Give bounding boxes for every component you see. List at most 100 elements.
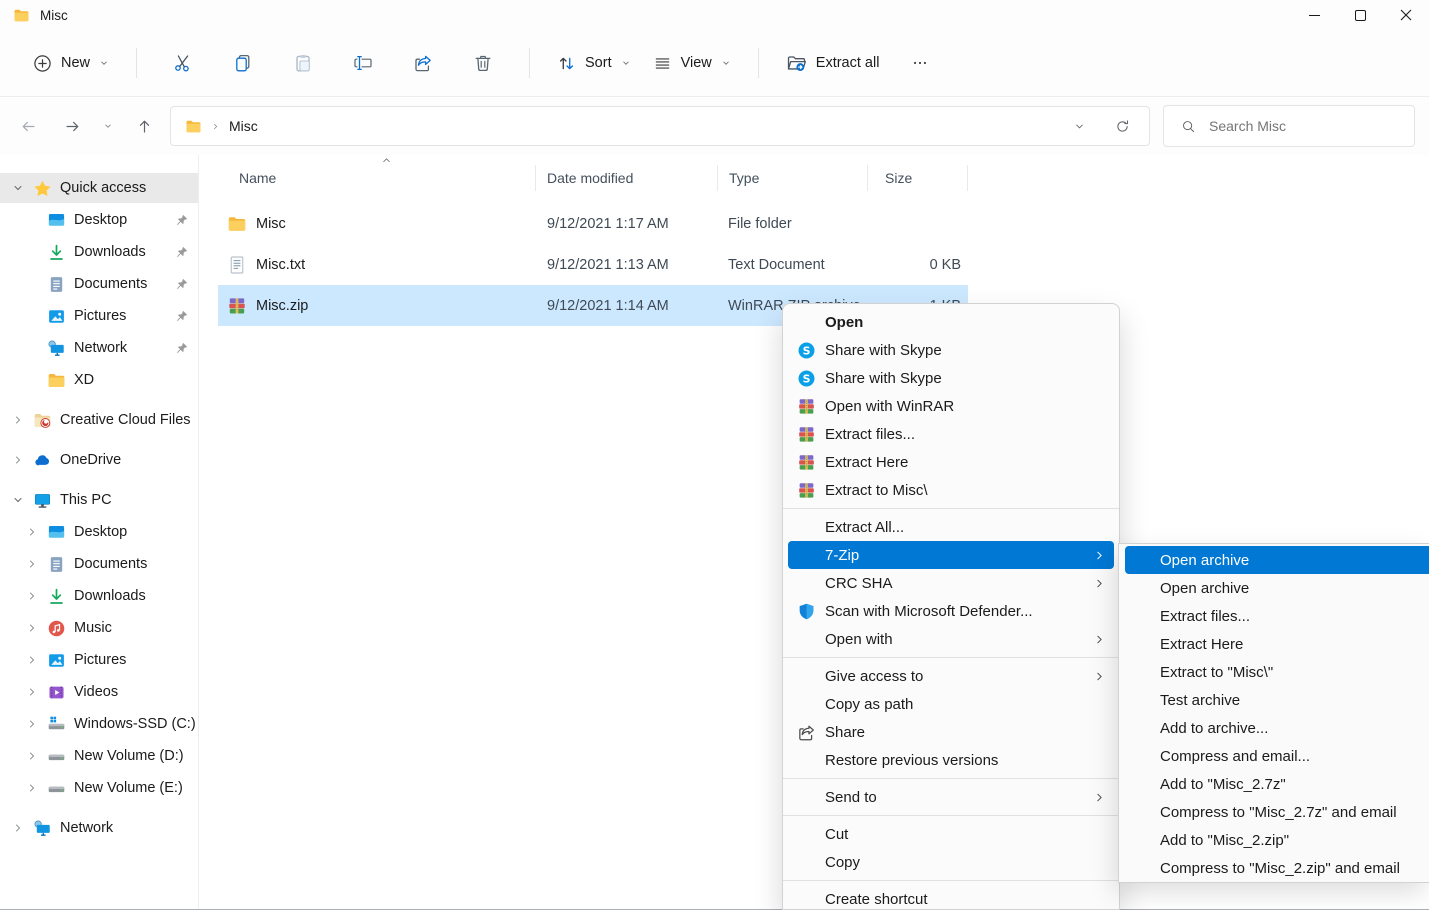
address-dropdown-button[interactable]	[1062, 109, 1096, 143]
submenu-item-add-to-archive[interactable]: Add to archive...	[1125, 714, 1429, 742]
close-button[interactable]	[1383, 0, 1429, 30]
sidebar-item-network[interactable]: Network	[0, 813, 198, 843]
submenu-item-open-archive[interactable]: Open archive	[1125, 574, 1429, 602]
tree-chevron[interactable]	[12, 494, 32, 506]
context-menu-item-extract-to-misc[interactable]: Extract to Misc\	[788, 476, 1114, 504]
cut-button[interactable]	[162, 44, 204, 82]
submenu-item-compress-and-email[interactable]: Compress and email...	[1125, 742, 1429, 770]
tree-chevron[interactable]	[26, 526, 46, 538]
submenu-item-compress-to-misc-2-7z-and-email[interactable]: Compress to "Misc_2.7z" and email	[1125, 798, 1429, 826]
sidebar-item-downloads[interactable]: Downloads	[0, 581, 198, 611]
context-menu-item-crc-sha[interactable]: CRC SHA	[788, 569, 1114, 597]
context-menu-item-create-shortcut[interactable]: Create shortcut	[788, 885, 1114, 910]
tree-chevron[interactable]	[26, 782, 46, 794]
tree-chevron[interactable]	[26, 558, 46, 570]
search-input[interactable]	[1207, 117, 1406, 135]
context-menu-item-extract-files[interactable]: Extract files...	[788, 420, 1114, 448]
sidebar-item-desktop[interactable]: Desktop	[0, 205, 198, 235]
new-button[interactable]: New	[22, 45, 120, 82]
sidebar-item-music[interactable]: Music	[0, 613, 198, 643]
submenu-item-compress-to-misc-2-zip-and-email[interactable]: Compress to "Misc_2.zip" and email	[1125, 854, 1429, 882]
tree-chevron[interactable]	[12, 822, 32, 834]
context-menu-item-open-with-winrar[interactable]: Open with WinRAR	[788, 392, 1114, 420]
file-name-cell: Misc.txt	[218, 255, 536, 275]
context-menu-item-scan-with-microsoft-defender[interactable]: Scan with Microsoft Defender...	[788, 597, 1114, 625]
context-menu-item-cut[interactable]: Cut	[788, 820, 1114, 848]
share-button[interactable]	[402, 44, 444, 82]
extract-all-button[interactable]: Extract all	[775, 44, 891, 83]
sidebar-item-this-pc[interactable]: This PC	[0, 485, 198, 515]
context-menu-item-copy-as-path[interactable]: Copy as path	[788, 690, 1114, 718]
tree-chevron[interactable]	[26, 590, 46, 602]
sort-button[interactable]: Sort	[546, 45, 642, 82]
submenu-item-open-archive[interactable]: Open archive	[1125, 546, 1429, 574]
sidebar-item-pictures[interactable]: Pictures	[0, 645, 198, 675]
context-menu-item-open-with[interactable]: Open with	[788, 625, 1114, 653]
context-menu-item-7-zip[interactable]: 7-Zip	[788, 541, 1114, 569]
view-button[interactable]: View	[642, 45, 742, 82]
submenu-item-extract-here[interactable]: Extract Here	[1125, 630, 1429, 658]
sidebar-item-videos[interactable]: Videos	[0, 677, 198, 707]
sidebar-item-documents[interactable]: Documents	[0, 269, 198, 299]
tree-chevron[interactable]	[12, 414, 32, 426]
up-button[interactable]	[122, 106, 166, 146]
tree-chevron[interactable]	[26, 654, 46, 666]
context-menu-item-restore-previous-versions[interactable]: Restore previous versions	[788, 746, 1114, 774]
submenu-item-test-archive[interactable]: Test archive	[1125, 686, 1429, 714]
context-menu-item-send-to[interactable]: Send to	[788, 783, 1114, 811]
context-menu-item-share[interactable]: Share	[788, 718, 1114, 746]
skype-icon: S	[796, 368, 816, 388]
context-menu-item-copy[interactable]: Copy	[788, 848, 1114, 876]
sidebar-item-onedrive[interactable]: OneDrive	[0, 445, 198, 475]
sidebar-item-new-volume-e[interactable]: New Volume (E:)	[0, 773, 198, 803]
context-menu-item-open[interactable]: Open	[788, 308, 1114, 336]
tree-chevron[interactable]	[26, 750, 46, 762]
sidebar-item-documents[interactable]: Documents	[0, 549, 198, 579]
tree-chevron[interactable]	[26, 686, 46, 698]
sidebar-item-network[interactable]: Network	[0, 333, 198, 363]
file-row-misc[interactable]: Misc9/12/2021 1:17 AMFile folder	[218, 203, 968, 244]
forward-button[interactable]	[50, 106, 94, 146]
sidebar-item-creative-cloud-files[interactable]: Creative Cloud Files	[0, 405, 198, 435]
drive-icon	[46, 746, 66, 766]
submenu-item-extract-to-misc[interactable]: Extract to "Misc\"	[1125, 658, 1429, 686]
paste-icon	[293, 53, 313, 73]
breadcrumb[interactable]: Misc	[229, 118, 258, 134]
context-menu-item-share-with-skype[interactable]: SShare with Skype	[788, 336, 1114, 364]
file-row-misc-txt[interactable]: Misc.txt9/12/2021 1:13 AMText Document0 …	[218, 244, 968, 285]
delete-button[interactable]	[462, 44, 504, 82]
chevron-right-icon	[26, 782, 38, 794]
maximize-button[interactable]	[1337, 0, 1383, 30]
context-menu-item-extract-here[interactable]: Extract Here	[788, 448, 1114, 476]
sidebar-item-windows-ssd-c[interactable]: Windows-SSD (C:)	[0, 709, 198, 739]
chevron-right-icon	[26, 622, 38, 634]
context-menu-item-extract-all[interactable]: Extract All...	[788, 513, 1114, 541]
submenu-item-add-to-misc-2-7z[interactable]: Add to "Misc_2.7z"	[1125, 770, 1429, 798]
submenu-item-extract-files[interactable]: Extract files...	[1125, 602, 1429, 630]
sidebar-item-xd[interactable]: XD	[0, 365, 198, 395]
sidebar-item-new-volume-d[interactable]: New Volume (D:)	[0, 741, 198, 771]
tree-chevron[interactable]	[26, 622, 46, 634]
back-button[interactable]	[6, 106, 50, 146]
sidebar-item-desktop[interactable]: Desktop	[0, 517, 198, 547]
recent-locations-button[interactable]	[94, 106, 122, 146]
copy-button[interactable]	[222, 44, 264, 82]
sidebar-item-downloads[interactable]: Downloads	[0, 237, 198, 267]
tree-chevron[interactable]	[26, 718, 46, 730]
tree-chevron[interactable]	[12, 454, 32, 466]
see-more-button[interactable]	[899, 44, 941, 82]
context-menu-item-give-access-to[interactable]: Give access to	[788, 662, 1114, 690]
minimize-button[interactable]	[1291, 0, 1337, 30]
address-bar[interactable]: Misc	[170, 106, 1150, 146]
sidebar-item-quick-access[interactable]: Quick access	[0, 173, 198, 203]
submenu-item-add-to-misc-2-zip[interactable]: Add to "Misc_2.zip"	[1125, 826, 1429, 854]
refresh-button[interactable]	[1105, 109, 1139, 143]
menu-item-label: Copy as path	[825, 696, 913, 713]
search-box[interactable]	[1163, 105, 1415, 147]
menu-item-label: Open	[825, 314, 863, 331]
paste-button[interactable]	[282, 44, 324, 82]
context-menu-item-share-with-skype[interactable]: SShare with Skype	[788, 364, 1114, 392]
sidebar-item-pictures[interactable]: Pictures	[0, 301, 198, 331]
rename-button[interactable]	[342, 44, 384, 82]
tree-chevron[interactable]	[12, 182, 32, 194]
